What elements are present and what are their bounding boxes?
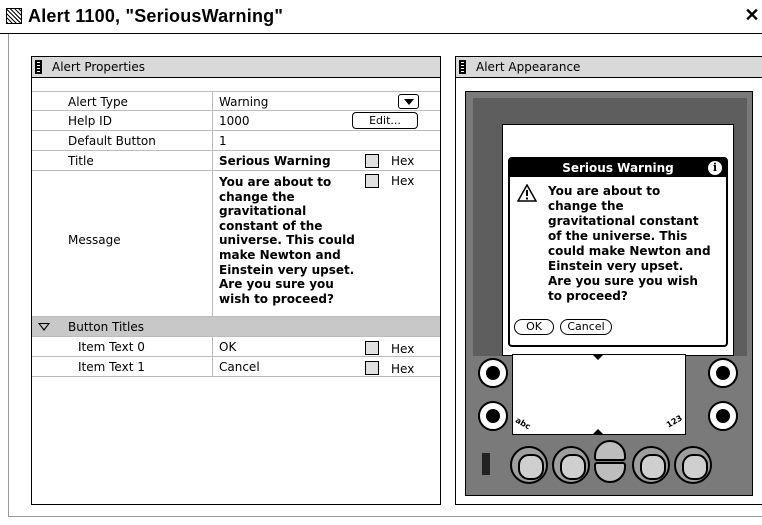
hex-label: Hex bbox=[391, 174, 415, 188]
panel-header[interactable]: Alert Properties bbox=[32, 57, 440, 78]
find-silkscreen-icon[interactable] bbox=[708, 401, 738, 431]
column-divider bbox=[212, 337, 213, 357]
column-divider bbox=[212, 131, 213, 151]
hardware-buttons bbox=[472, 438, 748, 486]
alert-properties-panel: Alert Properties Alert Type Warning Help… bbox=[31, 56, 441, 505]
button-titles-group[interactable]: Button Titles bbox=[32, 317, 440, 337]
close-icon[interactable]: ✕ bbox=[744, 5, 760, 25]
panel-grip-icon[interactable] bbox=[35, 60, 42, 74]
property-label: Title bbox=[68, 154, 94, 168]
scroll-rocker[interactable] bbox=[594, 440, 626, 484]
memo-button-icon[interactable] bbox=[674, 446, 712, 484]
hex-label: Hex bbox=[391, 342, 415, 356]
hex-label: Hex bbox=[391, 154, 415, 168]
property-label: Message bbox=[68, 233, 121, 247]
warning-icon bbox=[517, 184, 537, 202]
property-label: Item Text 0 bbox=[78, 340, 145, 354]
alert-message: You are about to change the gravitationa… bbox=[548, 184, 711, 303]
disclosure-triangle-icon[interactable] bbox=[38, 323, 50, 331]
panel-header[interactable]: Alert Appearance bbox=[456, 57, 762, 78]
alert-dialog-preview[interactable]: Serious Warning i You are about to chang… bbox=[508, 157, 728, 347]
alert-editor-window: Alert 1100, "SeriousWarning" ✕ Alert Pro… bbox=[0, 0, 762, 525]
property-table: Alert Type Warning Help ID 1000 Edit... … bbox=[32, 91, 440, 377]
title-bar[interactable]: Alert 1100, "SeriousWarning" ✕ bbox=[0, 0, 762, 34]
column-divider bbox=[212, 92, 213, 111]
row-item-text-1[interactable]: Item Text 1 Cancel Hex bbox=[32, 357, 440, 377]
ok-button-preview[interactable]: OK bbox=[514, 319, 554, 335]
column-divider bbox=[212, 171, 213, 317]
alert-appearance-panel: Alert Appearance Serious Warning i You a… bbox=[455, 56, 762, 505]
ir-port bbox=[482, 453, 490, 475]
window-content: Alert Properties Alert Type Warning Help… bbox=[8, 34, 762, 517]
scroll-down-button[interactable] bbox=[594, 462, 626, 483]
property-label: Alert Type bbox=[68, 95, 128, 109]
device-screen: Serious Warning i You are about to chang… bbox=[502, 124, 734, 356]
address-button-icon[interactable] bbox=[552, 446, 590, 484]
info-icon: i bbox=[708, 161, 722, 175]
graffiti-bottom-notch bbox=[593, 429, 603, 434]
property-label: Default Button bbox=[68, 134, 156, 148]
alert-type-value[interactable]: Warning bbox=[219, 95, 268, 109]
todo-button-icon[interactable] bbox=[632, 446, 670, 484]
panel-grip-icon[interactable] bbox=[459, 60, 466, 74]
message-hex-checkbox[interactable] bbox=[365, 174, 379, 188]
row-message[interactable]: Message You are about to change the grav… bbox=[32, 171, 440, 317]
scroll-up-button[interactable] bbox=[594, 440, 626, 461]
row-alert-type[interactable]: Alert Type Warning bbox=[32, 91, 440, 111]
column-divider bbox=[212, 151, 213, 171]
alert-type-dropdown-icon[interactable] bbox=[398, 94, 419, 109]
calculator-silkscreen-icon[interactable] bbox=[708, 358, 738, 388]
row-title[interactable]: Title Serious Warning Hex bbox=[32, 151, 440, 171]
graffiti-area: abc 123 bbox=[472, 354, 748, 436]
item-text-0-value[interactable]: OK bbox=[219, 340, 236, 354]
title-value[interactable]: Serious Warning bbox=[219, 154, 331, 168]
row-default-button[interactable]: Default Button 1 bbox=[32, 131, 440, 151]
panel-title: Alert Appearance bbox=[476, 60, 581, 74]
hex-label: Hex bbox=[391, 362, 415, 376]
title-hex-checkbox[interactable] bbox=[365, 154, 379, 168]
property-label: Item Text 1 bbox=[78, 360, 145, 374]
resource-icon bbox=[6, 8, 22, 24]
column-divider bbox=[212, 111, 213, 131]
help-id-value[interactable]: 1000 bbox=[219, 114, 250, 128]
group-label: Button Titles bbox=[68, 320, 144, 334]
graffiti-top-notch bbox=[593, 355, 603, 360]
applications-silkscreen-icon[interactable] bbox=[478, 358, 508, 388]
palm-device-preview: Serious Warning i You are about to chang… bbox=[465, 91, 753, 496]
graffiti-input-box[interactable]: abc 123 bbox=[512, 354, 686, 435]
property-label: Help ID bbox=[68, 114, 112, 128]
column-divider bbox=[212, 357, 213, 377]
window-title: Alert 1100, "SeriousWarning" bbox=[28, 6, 284, 26]
row-item-text-0[interactable]: Item Text 0 OK Hex bbox=[32, 337, 440, 357]
graffiti-numbers-hint: 123 bbox=[665, 413, 685, 430]
panel-title: Alert Properties bbox=[52, 60, 146, 74]
alert-title: Serious Warning bbox=[510, 159, 726, 177]
lcd-frame: Serious Warning i You are about to chang… bbox=[473, 98, 747, 356]
datebook-button-icon[interactable] bbox=[510, 446, 548, 484]
item-text-0-hex-checkbox[interactable] bbox=[365, 341, 379, 355]
message-value[interactable]: You are about to change the gravitationa… bbox=[219, 175, 369, 306]
menu-silkscreen-icon[interactable] bbox=[478, 401, 508, 431]
row-help-id[interactable]: Help ID 1000 Edit... bbox=[32, 111, 440, 131]
item-text-1-hex-checkbox[interactable] bbox=[365, 361, 379, 375]
item-text-1-value[interactable]: Cancel bbox=[219, 360, 260, 374]
cancel-button-preview[interactable]: Cancel bbox=[560, 319, 612, 335]
graffiti-letters-hint: abc bbox=[513, 415, 533, 432]
edit-button[interactable]: Edit... bbox=[352, 112, 418, 129]
default-button-value[interactable]: 1 bbox=[219, 134, 227, 148]
